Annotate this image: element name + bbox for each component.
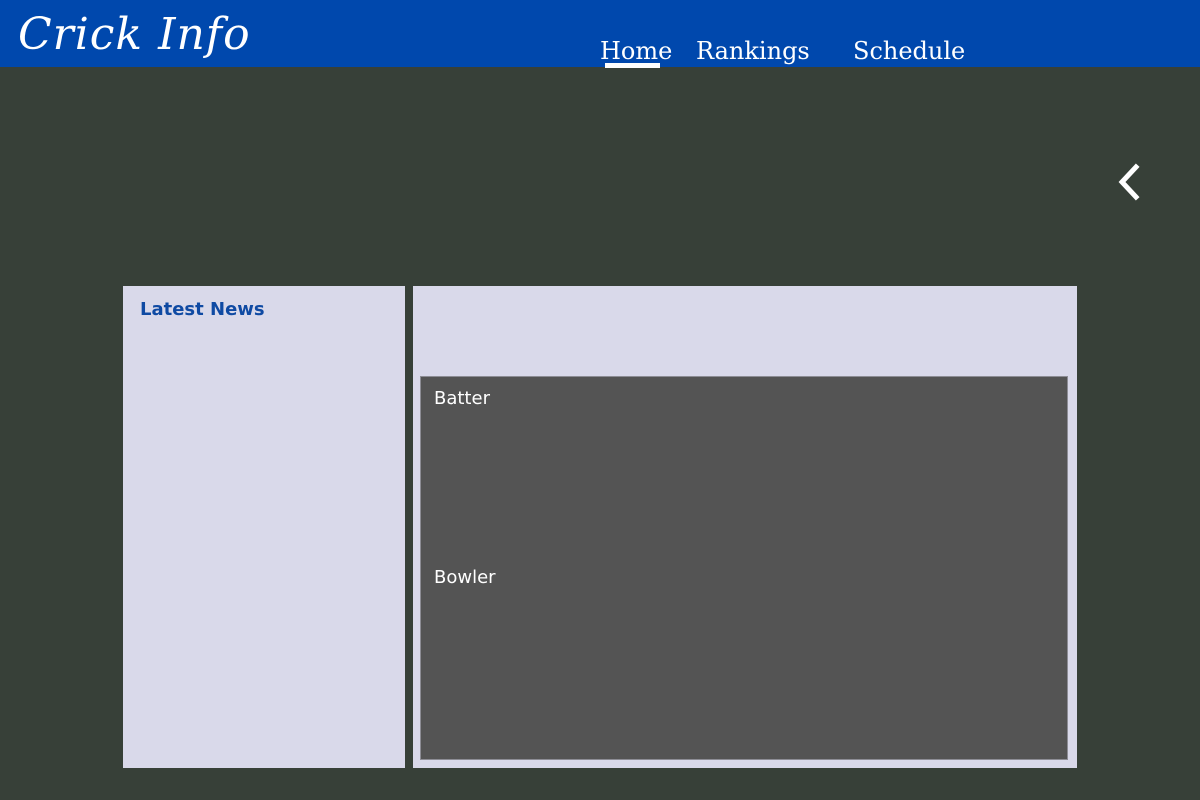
match-panel: Batter Bowler bbox=[413, 286, 1077, 768]
nav-rankings-link[interactable]: Rankings bbox=[696, 34, 810, 68]
nav-schedule-link[interactable]: Schedule bbox=[853, 34, 965, 68]
bowler-label: Bowler bbox=[434, 567, 496, 588]
latest-news-panel: Latest News bbox=[123, 286, 405, 768]
active-nav-indicator bbox=[605, 63, 660, 68]
latest-news-title: Latest News bbox=[140, 299, 265, 320]
player-stats-box: Batter Bowler bbox=[420, 376, 1068, 760]
batter-label: Batter bbox=[434, 388, 490, 409]
site-logo[interactable]: Crick Info bbox=[18, 4, 251, 66]
top-navbar: Crick Info Home Rankings Schedule bbox=[0, 0, 1200, 68]
chevron-left-icon[interactable] bbox=[1113, 162, 1149, 202]
